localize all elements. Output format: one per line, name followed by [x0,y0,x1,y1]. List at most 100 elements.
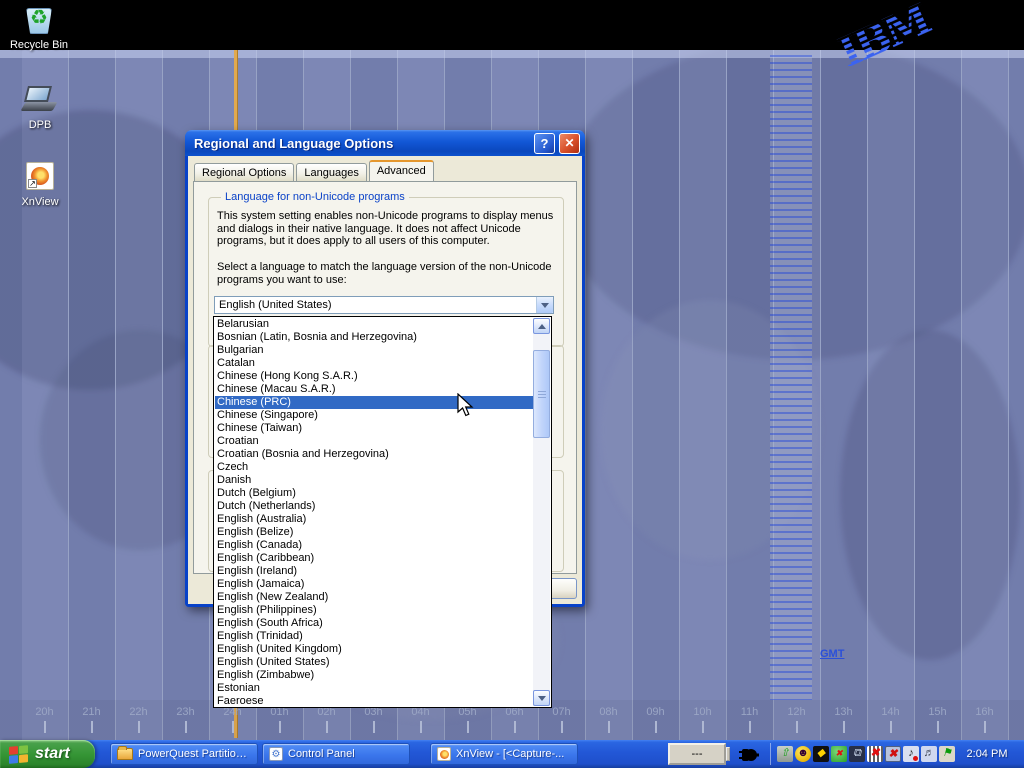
scroll-up-button[interactable] [533,318,550,334]
help-button[interactable]: ? [534,133,555,154]
desktop-icon-recycle-bin[interactable]: ♻ Recycle Bin [0,4,78,51]
language-option[interactable]: Chinese (Hong Kong S.A.R.) [215,370,534,383]
language-option[interactable]: English (United States) [215,656,534,669]
yellow-ball-icon[interactable]: ☻ [795,746,811,762]
tab-strip: Regional OptionsLanguagesAdvanced [194,160,436,181]
taskbar-button-control-panel[interactable]: ⚙ Control Panel [262,743,410,765]
language-option[interactable]: English (Ireland) [215,565,534,578]
timezone-label: 24h [209,706,256,733]
list-scrollbar[interactable] [533,318,550,706]
offline-globe-icon[interactable]: ✖ [831,746,847,762]
volume-icon[interactable]: ♬ [921,746,937,762]
timezone-label: 02h [303,706,350,733]
desktop-icon-label: XnView [1,196,79,208]
language-option[interactable]: Chinese (Taiwan) [215,422,534,435]
antivirus-diamond-icon[interactable]: ◆ [813,746,829,762]
language-option[interactable]: English (United Kingdom) [215,643,534,656]
muted-device-icon[interactable]: ♪ [903,746,919,762]
shortcut-arrow-icon: ↗ [28,179,37,188]
language-option[interactable]: English (Philippines) [215,604,534,617]
language-option[interactable]: English (Zimbabwe) [215,669,534,682]
language-option[interactable]: English (New Zealand) [215,591,534,604]
language-option[interactable]: English (Canada) [215,539,534,552]
gmt-meridian-band [770,55,812,700]
language-option[interactable]: Chinese (PRC) [215,396,534,409]
language-option[interactable]: Chinese (Singapore) [215,409,534,422]
timezone-label: 06h [491,706,538,733]
language-option[interactable]: Croatian [215,435,534,448]
combobox-dropdown-button[interactable] [536,297,553,313]
language-option[interactable]: English (Jamaica) [215,578,534,591]
tab[interactable]: Advanced [369,160,434,181]
tray-divider [770,743,771,765]
language-option[interactable]: Bulgarian [215,344,534,357]
display-error-icon[interactable]: ✖ [885,746,901,762]
power-meter-icon[interactable]: ⚑ [939,746,955,762]
language-option[interactable]: English (Caribbean) [215,552,534,565]
mouse-cursor [456,393,476,419]
chevron-down-icon [538,696,546,701]
timezone-label: 04h [397,706,444,733]
desktop-icon-label: Recycle Bin [0,39,78,51]
language-option[interactable]: English (South Africa) [215,617,534,630]
desktop-icon-xnview[interactable]: ↗ XnView [1,161,79,208]
gmt-label: GMT [820,648,844,660]
language-option[interactable]: Czech [215,461,534,474]
folder-icon [117,748,133,760]
desktop-icon-dpb[interactable]: DPB [1,84,79,131]
timezone-label: 07h [538,706,585,733]
windows-flag-icon [9,745,29,764]
language-option[interactable]: Belarusian [215,318,534,331]
language-options: BelarusianBosnian (Latin, Bosnia and Her… [215,318,534,708]
timezone-label: 03h [350,706,397,733]
timezone-label: 08h [585,706,632,733]
chevron-down-icon [541,303,549,308]
safely-remove-hardware-icon[interactable]: ⇧ [777,746,793,762]
language-combobox[interactable]: English (United States) [214,296,554,314]
top-black-bar: IBM [0,0,1024,50]
language-option[interactable]: Chinese (Macau S.A.R.) [215,383,534,396]
scrollbar-thumb[interactable] [533,350,550,438]
network-computers-icon[interactable]: ⧉ [849,746,865,762]
description-text: This system setting enables non-Unicode … [217,210,563,248]
taskbar-clock[interactable]: 2:04 PM [956,740,1018,768]
battery-meter-band[interactable]: --- [668,743,726,765]
signal-disconnected-icon[interactable]: ✖ [867,746,883,762]
toolbar-handle[interactable] [726,747,730,761]
language-option[interactable]: Danish [215,474,534,487]
start-button[interactable]: start [0,740,95,768]
recycle-bin-icon: ♻ [22,4,56,36]
language-option[interactable]: Catalan [215,357,534,370]
timezone-label: 09h [632,706,679,733]
timezone-label: 12h [773,706,820,733]
language-dropdown-list: BelarusianBosnian (Latin, Bosnia and Her… [213,316,552,708]
dialog-titlebar[interactable]: Regional and Language Options ? ✕ [185,130,585,156]
xnview-icon [437,747,451,761]
timezone-label: 20h [21,706,68,733]
timezone-label: 13h [820,706,867,733]
combobox-value: English (United States) [215,299,536,311]
language-option[interactable]: Dutch (Belgium) [215,487,534,500]
chevron-up-icon [538,324,546,329]
language-option[interactable]: English (Trinidad) [215,630,534,643]
timezone-label: 11h [726,706,773,733]
tab[interactable]: Languages [296,163,366,181]
control-panel-icon: ⚙ [269,747,283,761]
scroll-down-button[interactable] [533,690,550,706]
instruction-text: Select a language to match the language … [217,261,567,286]
taskbar-button-xnview[interactable]: XnView - [<Capture-... [430,743,578,765]
language-option[interactable]: English (Australia) [215,513,534,526]
language-option[interactable]: Estonian [215,682,534,695]
language-option[interactable]: Dutch (Netherlands) [215,500,534,513]
language-option[interactable]: English (Belize) [215,526,534,539]
language-option[interactable]: Croatian (Bosnia and Herzegovina) [215,448,534,461]
language-option[interactable]: Faeroese [215,695,534,708]
timezone-label: 23h [162,706,209,733]
ibm-logo: IBM [815,0,965,66]
language-option[interactable]: Bosnian (Latin, Bosnia and Herzegovina) [215,331,534,344]
taskbar-button-powerquest[interactable]: PowerQuest Partition... [110,743,258,765]
tab[interactable]: Regional Options [194,163,294,181]
timezone-label: 01h [256,706,303,733]
close-button[interactable]: ✕ [559,133,580,154]
timezone-label: 10h [679,706,726,733]
